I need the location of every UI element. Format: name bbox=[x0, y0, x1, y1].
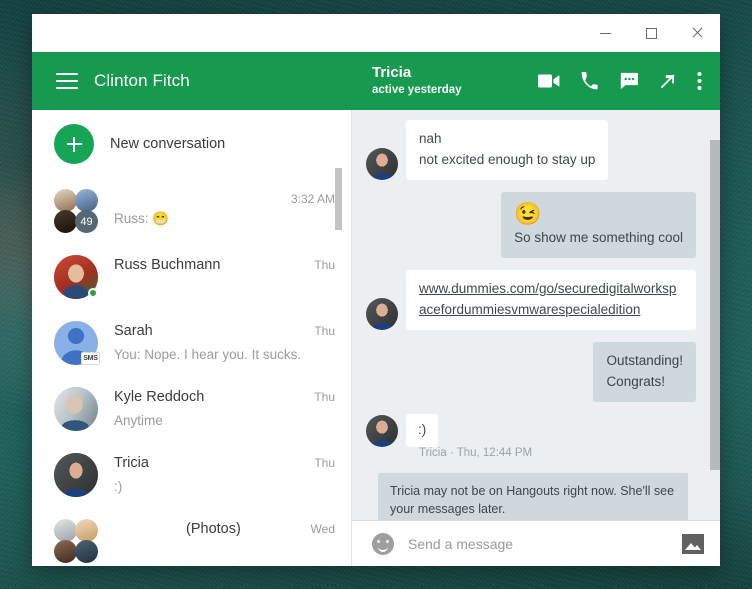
conversation-header: Tricia active yesterday bbox=[352, 52, 720, 110]
peer-status: active yesterday bbox=[372, 83, 462, 96]
message-row: nah not excited enough to stay up bbox=[366, 120, 696, 180]
minimize-icon bbox=[599, 32, 611, 34]
close-icon bbox=[691, 27, 703, 39]
list-item-title: Sarah bbox=[114, 323, 153, 339]
insert-image-icon[interactable] bbox=[682, 533, 704, 554]
window-body: New conversation 49 3:32 AM Russ: 😁 Russ… bbox=[32, 110, 720, 566]
message-bubble: :) bbox=[406, 413, 439, 447]
conversation-actions bbox=[538, 71, 702, 91]
list-item-snippet: You: Nope. I hear you. It sucks. bbox=[114, 346, 302, 362]
list-item-time: Wed bbox=[310, 522, 335, 536]
message-line: So show me something cool bbox=[514, 230, 683, 246]
pop-out-icon[interactable] bbox=[659, 72, 677, 90]
message-bubble: 😉 So show me something cool bbox=[501, 191, 696, 259]
page-title: Clinton Fitch bbox=[94, 71, 190, 90]
close-button[interactable] bbox=[674, 14, 720, 52]
window-titlebar bbox=[32, 14, 720, 52]
avatar bbox=[54, 387, 98, 431]
list-item-time: Thu bbox=[314, 324, 335, 338]
message-link[interactable]: www.dummies.com/go/securedigitalworkspac… bbox=[419, 281, 676, 317]
app-bar-left: Clinton Fitch bbox=[32, 52, 352, 110]
message-line: not excited enough to stay up bbox=[419, 151, 596, 167]
avatar bbox=[54, 453, 98, 497]
avatar bbox=[366, 147, 398, 180]
plus-icon bbox=[54, 124, 94, 164]
avatar bbox=[54, 519, 98, 563]
list-item[interactable]: Kyle Reddoch Thu Anytime bbox=[32, 376, 351, 442]
list-item-snippet: :) bbox=[114, 478, 123, 494]
list-item-time: Thu bbox=[314, 258, 335, 272]
message-icon[interactable] bbox=[619, 72, 639, 90]
list-item-title: Russ Buchmann bbox=[114, 257, 221, 273]
message-line: Outstanding! bbox=[606, 352, 683, 368]
conversation-list-scrollbar[interactable] bbox=[335, 168, 342, 522]
peer-info: Tricia active yesterday bbox=[372, 64, 462, 98]
message-row: 😉 So show me something cool bbox=[366, 191, 696, 259]
list-item[interactable]: Tricia Thu :) bbox=[32, 442, 351, 508]
message-input[interactable] bbox=[408, 535, 668, 552]
list-item-time: Thu bbox=[314, 456, 335, 470]
system-note: Tricia may not be on Hangouts right now.… bbox=[378, 472, 688, 520]
message-row: :) bbox=[366, 413, 696, 447]
emoji-smiley-icon[interactable] bbox=[372, 532, 394, 555]
online-indicator bbox=[88, 288, 98, 298]
list-item-title: (Photos) bbox=[186, 521, 241, 537]
conversation-list-scroll-thumb[interactable] bbox=[335, 168, 342, 230]
maximize-button[interactable] bbox=[628, 14, 674, 52]
minimize-button[interactable] bbox=[582, 14, 628, 52]
wink-emoji-icon: 😉 bbox=[514, 200, 542, 226]
chat-scroll-thumb[interactable] bbox=[710, 140, 720, 470]
message-row: Outstanding! Congrats! bbox=[366, 341, 696, 402]
avatar: SMS bbox=[54, 321, 100, 365]
peer-name: Tricia bbox=[372, 64, 412, 82]
chat-scrollbar[interactable] bbox=[710, 110, 720, 520]
conversation-list[interactable]: New conversation 49 3:32 AM Russ: 😁 Russ… bbox=[32, 110, 351, 566]
list-item[interactable]: SMS Sarah Thu You: Nope. I hear you. It … bbox=[32, 310, 351, 376]
list-item-title: Kyle Reddoch bbox=[114, 389, 205, 405]
list-item-snippet: Anytime bbox=[114, 412, 163, 428]
message-bubble: nah not excited enough to stay up bbox=[406, 120, 609, 180]
conversation-list-panel: New conversation 49 3:32 AM Russ: 😁 Russ… bbox=[32, 110, 352, 566]
message-line: Congrats! bbox=[606, 373, 665, 389]
hamburger-menu-icon[interactable] bbox=[56, 73, 78, 89]
message-line: :) bbox=[418, 421, 427, 437]
message-line: nah bbox=[419, 131, 442, 146]
message-bubble: www.dummies.com/go/securedigitalworkspac… bbox=[406, 270, 696, 330]
new-conversation-label: New conversation bbox=[110, 136, 226, 152]
video-call-icon[interactable] bbox=[538, 73, 560, 89]
avatar bbox=[366, 297, 398, 330]
sms-badge: SMS bbox=[81, 352, 100, 365]
list-item[interactable]: Russ Buchmann Thu bbox=[32, 244, 351, 310]
message-scroll-area[interactable]: nah not excited enough to stay up 😉 So s… bbox=[352, 110, 720, 520]
message-composer bbox=[352, 520, 720, 566]
hangouts-window: Clinton Fitch Tricia active yesterday Ne… bbox=[32, 14, 720, 566]
avatar: 49 bbox=[54, 189, 98, 233]
list-item-snippet: Russ: 😁 bbox=[114, 211, 170, 226]
phone-call-icon[interactable] bbox=[580, 71, 599, 91]
message-timestamp: Tricia · Thu, 12:44 PM bbox=[419, 446, 533, 459]
list-item-time: Thu bbox=[314, 390, 335, 404]
list-item[interactable]: (Photos) Wed bbox=[32, 508, 351, 566]
message-row: www.dummies.com/go/securedigitalworkspac… bbox=[366, 270, 696, 330]
list-item-time: 3:32 AM bbox=[290, 192, 335, 206]
desktop-background: Clinton Fitch Tricia active yesterday Ne… bbox=[0, 0, 752, 589]
avatar bbox=[366, 414, 398, 447]
group-member-count: 49 bbox=[75, 210, 98, 233]
maximize-icon bbox=[645, 27, 657, 39]
chat-panel: nah not excited enough to stay up 😉 So s… bbox=[352, 110, 720, 566]
overflow-menu-icon[interactable] bbox=[697, 71, 702, 91]
message-bubble: Outstanding! Congrats! bbox=[593, 341, 696, 402]
new-conversation-button[interactable]: New conversation bbox=[32, 110, 351, 178]
list-item[interactable]: 49 3:32 AM Russ: 😁 bbox=[32, 178, 351, 244]
list-item-title: Tricia bbox=[114, 455, 149, 471]
avatar bbox=[54, 255, 98, 299]
app-bar: Clinton Fitch Tricia active yesterday bbox=[32, 52, 720, 110]
